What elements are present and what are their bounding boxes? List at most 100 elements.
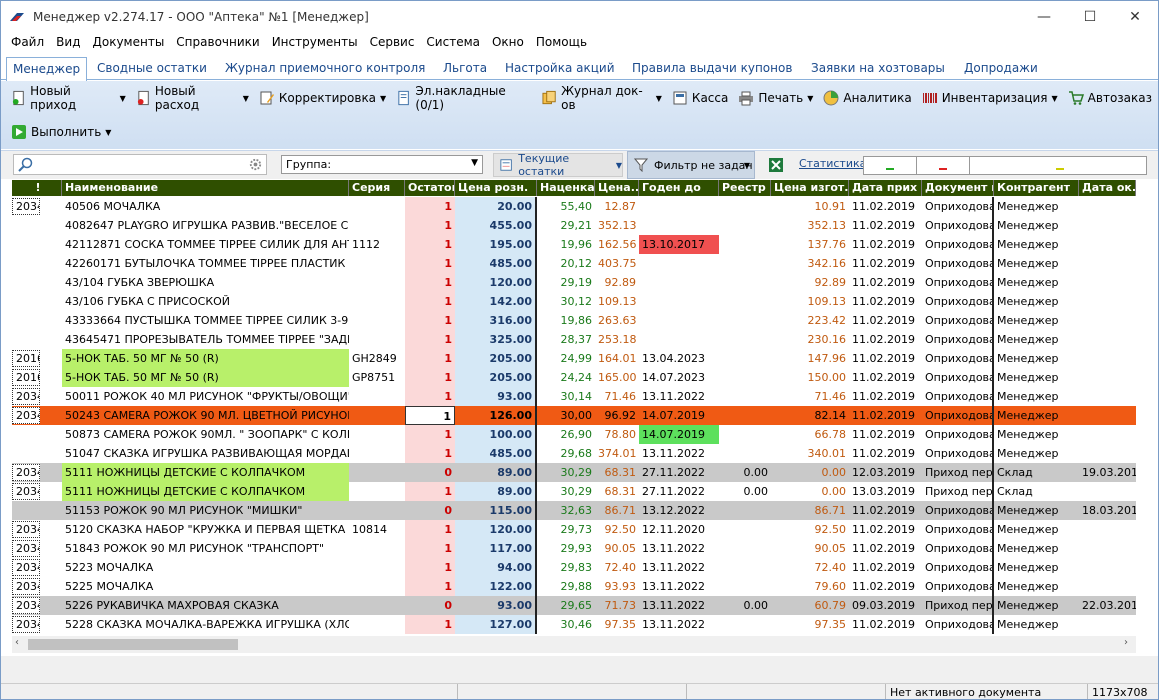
tab-coupon-rules[interactable]: Правила выдачи купонов — [626, 57, 798, 80]
table-row[interactable]: 2034 51843 РОЖОК 90 МЛ РИСУНОК "ТРАНСПОРТ… — [12, 539, 1136, 558]
el-invoices-button[interactable]: Эл.накладные (0/1) — [392, 84, 536, 112]
table-row[interactable]: 42112871 СОСКА TOMMEE TIPPEE СИЛИК ДЛЯ А… — [12, 235, 1136, 254]
cell-name: 42260171 БУТЫЛОЧКА TOMMEE TIPPEE ПЛАСТИК… — [65, 257, 349, 270]
horizontal-scrollbar[interactable]: ‹ › — [12, 636, 1136, 653]
table-row[interactable]: 2034 40506 МОЧАЛКА 120.00 55,40 12.87 10.91 11… — [12, 197, 1136, 216]
cell-name: 43/104 ГУБКА ЗВЕРЮШКА — [65, 276, 215, 289]
maximize-button[interactable]: ☐ — [1067, 1, 1113, 32]
bottom-panel — [1, 656, 1158, 683]
cell-exp — [639, 254, 719, 273]
table-row[interactable]: 43645471 ПРОРЕЗЫВАТЕЛЬ TOMMEE TIPPEE "ЗА… — [12, 330, 1136, 349]
table-row[interactable]: 2034 5228 СКАЗКА МОЧАЛКА-ВАРЕЖКА ИГРУШКА … — [12, 615, 1136, 634]
menu-help[interactable]: Помощь — [530, 35, 593, 49]
menu-view[interactable]: Вид — [50, 35, 86, 49]
column-header[interactable]: Остаток — [405, 180, 455, 196]
table-row[interactable]: 2034 50243 CAMERA РОЖОК 90 МЛ. ЦВЕТНОЙ РИ… — [12, 406, 1136, 425]
table-row[interactable]: 2034 5223 МОЧАЛКА 194.00 29,83 72.40 13.11.20… — [12, 558, 1136, 577]
table-row[interactable]: 51153 РОЖОК 90 МЛ РИСУНОК "МИШКИ" 0 115.00… — [12, 501, 1136, 520]
cell-exp: 13.10.2017 — [639, 235, 719, 254]
table-row[interactable]: 4082647 PLAYGRO ИГРУШКА РАЗВИВ."ВЕСЕЛОЕ … — [12, 216, 1136, 235]
cell-agent: Менеджер — [997, 504, 1059, 517]
table-row[interactable]: 42260171 БУТЫЛОЧКА TOMMEE TIPPEE ПЛАСТИК… — [12, 254, 1136, 273]
column-header[interactable]: Реестр — [719, 180, 771, 196]
cell-dok — [1079, 520, 1136, 539]
tab-promo-settings[interactable]: Настройка акций — [499, 57, 621, 80]
column-header[interactable]: Дата ок... — [1079, 180, 1136, 196]
table-row[interactable]: 43333664 ПУСТЫШКА TOMMEE TIPPEE СИЛИК 3-… — [12, 311, 1136, 330]
menu-system[interactable]: Система — [420, 35, 486, 49]
new-expense-button[interactable]: Новый расход ▼ — [132, 84, 253, 112]
close-button[interactable]: ✕ — [1112, 1, 1158, 32]
cell-flag — [12, 292, 62, 311]
title-bar: Менеджер v2.274.17 - ООО "Аптека" №1 [Ме… — [1, 1, 1158, 32]
excel-icon[interactable] — [768, 157, 784, 173]
cell-mfr: 90.05 — [814, 542, 847, 555]
cash-button[interactable]: Касса — [668, 86, 732, 110]
statistics-link[interactable]: Статистика: — [799, 157, 870, 170]
cell-flag — [12, 330, 62, 349]
tab-acceptance-journal[interactable]: Журнал приемочного контроля — [219, 57, 431, 80]
column-header[interactable]: Документ п — [922, 180, 994, 196]
table-row[interactable]: 43/104 ГУБКА ЗВЕРЮШКА 1 120.00 29,19 92.89 92… — [12, 273, 1136, 292]
column-header[interactable]: Контрагент — [994, 180, 1079, 196]
cell-exp: 13.12.2022 — [642, 504, 705, 517]
table-row[interactable]: 2016 5-НОК ТАБ. 50 МГ № 50 (R)GP8751 1205.… — [12, 368, 1136, 387]
cell-exp — [639, 330, 719, 349]
cell-mfr: 223.42 — [807, 314, 847, 327]
new-income-button[interactable]: Новый приход ▼ — [7, 84, 130, 112]
filter-button[interactable]: Фильтр не задан ▼ — [627, 151, 755, 179]
column-header[interactable]: Цена розн. — [455, 180, 537, 196]
scroll-thumb[interactable] — [28, 639, 238, 650]
column-header[interactable]: ! — [12, 180, 62, 196]
table-row[interactable]: 43/106 ГУБКА С ПРИСОСКОЙ 1 142.00 30,12 109.… — [12, 292, 1136, 311]
column-header[interactable]: Наименование — [62, 180, 349, 196]
print-button[interactable]: Печать ▼ — [734, 86, 817, 110]
cell-cost: 90.05 — [604, 542, 637, 555]
column-header[interactable]: Годен до — [639, 180, 719, 196]
table-row[interactable]: 50873 CAMERA РОЖОК 90МЛ. " ЗООПАРК" С КО… — [12, 425, 1136, 444]
tab-household-orders[interactable]: Заявки на хозтовары — [805, 57, 951, 80]
cell-agent: Менеджер — [997, 447, 1059, 460]
cell-qty: 1 — [405, 425, 455, 444]
column-header[interactable]: Дата прих — [849, 180, 922, 196]
menu-service[interactable]: Сервис — [364, 35, 421, 49]
column-header[interactable]: Цена... — [595, 180, 639, 196]
column-header[interactable]: Наценка — [537, 180, 595, 196]
scroll-left-icon[interactable]: ‹ — [15, 637, 19, 648]
menu-references[interactable]: Справочники — [170, 35, 265, 49]
tab-manager[interactable]: Менеджер — [6, 57, 88, 82]
minimize-button[interactable]: — — [1021, 1, 1067, 32]
menu-tools[interactable]: Инструменты — [266, 35, 364, 49]
table-row[interactable]: 2034 5111 НОЖНИЦЫ ДЕТСКИЕ С КОЛПАЧКОМ 089.… — [12, 463, 1136, 482]
table-row[interactable]: 2034 5120 СКАЗКА НАБОР "КРУЖКА И ПЕРВАЯ Щ… — [12, 520, 1136, 539]
tab-upsell[interactable]: Допродажи — [958, 57, 1044, 80]
menu-file[interactable]: Файл — [5, 35, 50, 49]
doc-journal-button[interactable]: Журнал док-ов ▼ — [538, 84, 666, 112]
correction-button[interactable]: Корректировка ▼ — [255, 86, 390, 110]
table-row[interactable]: 51047 СКАЗКА ИГРУШКА РАЗВИВАЮЩАЯ МОРДАШК… — [12, 444, 1136, 463]
table-row[interactable]: 2034 5225 МОЧАЛКА 1122.00 29,88 93.93 13.11.2… — [12, 577, 1136, 596]
column-header[interactable]: Цена изгот... — [771, 180, 849, 196]
gear-icon[interactable] — [248, 157, 263, 172]
table-row[interactable]: 2034 50011 РОЖОК 40 МЛ РИСУНОК "ФРУКТЫ/ОВ… — [12, 387, 1136, 406]
autoorder-button[interactable]: Автозаказ — [1064, 86, 1156, 110]
cell-exp: 14.07.2019 — [642, 409, 705, 422]
execute-button[interactable]: Выполнить ▼ — [7, 120, 115, 144]
analytics-button[interactable]: Аналитика — [819, 86, 915, 110]
current-stock-select[interactable]: Текущие остатки ▼ — [493, 152, 623, 178]
menu-documents[interactable]: Документы — [86, 35, 170, 49]
group-select[interactable]: Группа: ▼ — [281, 155, 483, 174]
tab-benefit[interactable]: Льгота — [437, 57, 493, 80]
inventory-button[interactable]: Инвентаризация ▼ — [918, 86, 1062, 110]
cell-flag — [12, 235, 62, 254]
chevron-down-icon: ▼ — [471, 158, 478, 168]
table-row[interactable]: 2034 5226 РУКАВИЧКА МАХРОВАЯ СКАЗКА 093.00… — [12, 596, 1136, 615]
tab-summary-stock[interactable]: Сводные остатки — [91, 57, 213, 80]
menu-window[interactable]: Окно — [486, 35, 530, 49]
table-row[interactable]: 2034 5111 НОЖНИЦЫ ДЕТСКИЕ С КОЛПАЧКОМ 189.… — [12, 482, 1136, 501]
column-header[interactable]: Серия — [349, 180, 405, 196]
table-row[interactable]: 2016 5-НОК ТАБ. 50 МГ № 50 (R)GH2849 1205.… — [12, 349, 1136, 368]
cell-agent: Склад — [997, 466, 1033, 479]
search-input[interactable] — [13, 154, 267, 175]
scroll-right-icon[interactable]: › — [1124, 637, 1128, 648]
